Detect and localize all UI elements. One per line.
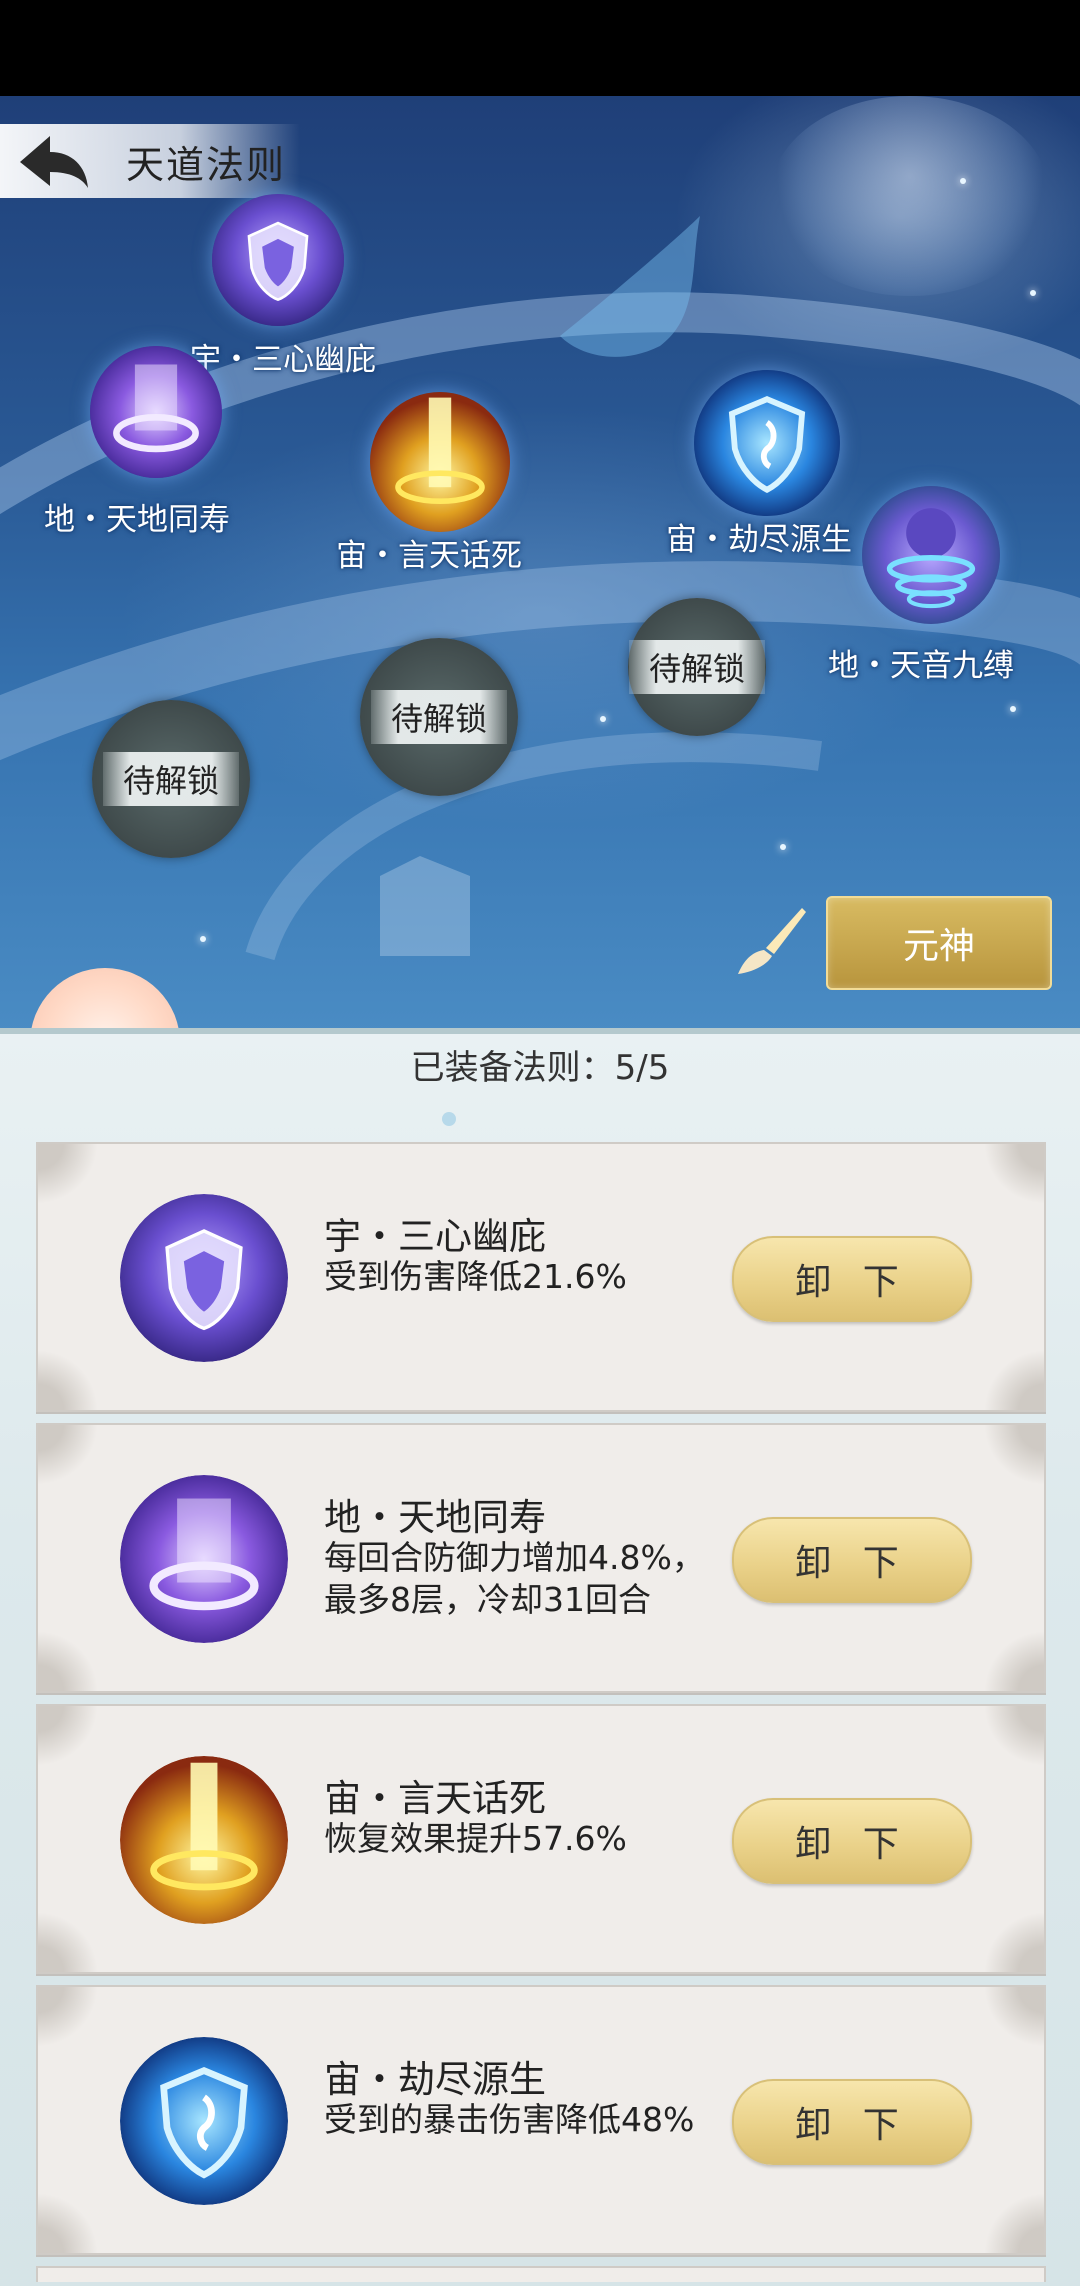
pavilion-decoration — [380, 856, 470, 956]
law-name: 宇・三心幽庇 — [324, 1215, 546, 1258]
law-name: 地・天地同寿 — [324, 1496, 546, 1539]
blue-shield-icon — [120, 2037, 288, 2205]
yuanshen-button[interactable]: 元神 — [826, 896, 1052, 990]
locked-node[interactable]: 待解锁 — [360, 638, 518, 796]
law-name: 宙・劫尽源生 — [324, 2058, 546, 2101]
purple-whirlwind-icon — [862, 486, 1000, 624]
unequip-button[interactable]: 卸 下 — [732, 1236, 972, 1322]
law-name: 宙・言天话死 — [324, 1777, 546, 1820]
node-label: 地・天音九缚 — [828, 648, 1014, 684]
equipped-card: 地・天地同寿 每回合防御力增加4.8%，最多8层，冷却31回合 卸 下 — [36, 1423, 1046, 1693]
locked-label: 待解锁 — [370, 690, 508, 744]
law-description: 每回合防御力增加4.8%，最多8层，冷却31回合 — [324, 1538, 705, 1619]
page-title: 天道法则 — [126, 143, 287, 187]
shield-rune-icon — [212, 194, 344, 326]
node-label: 地・天地同寿 — [44, 502, 230, 538]
node-label: 宙・劫尽源生 — [666, 522, 852, 558]
blue-shield-icon — [694, 370, 840, 516]
locked-node[interactable]: 待解锁 — [92, 700, 250, 858]
node-zhou-yantianhuasi[interactable] — [370, 392, 510, 532]
law-description: 恢复效果提升57.6% — [324, 1819, 627, 1858]
node-zhou-jiejinyuansheng[interactable] — [694, 370, 840, 516]
brush-icon[interactable] — [732, 902, 808, 978]
node-di-tianyinjiufu[interactable] — [862, 486, 1000, 624]
law-description: 受到的暴击伤害降低48% — [324, 2100, 695, 2139]
back-arrow-icon[interactable] — [12, 128, 92, 192]
locked-label: 待解锁 — [628, 640, 766, 694]
whale-decoration — [560, 216, 700, 357]
node-yu-sanxinyoubi[interactable] — [212, 194, 344, 326]
purple-vortex-icon — [90, 346, 222, 478]
locked-label: 待解锁 — [102, 752, 240, 806]
equipped-count-header: 已装备法则：5/5 — [410, 1048, 670, 1088]
panel-indicator-dot — [442, 1112, 456, 1126]
law-description: 受到伤害降低21.6% — [324, 1257, 627, 1296]
locked-node[interactable]: 待解锁 — [628, 598, 766, 736]
node-label: 宙・言天话死 — [336, 538, 522, 574]
golden-light-pillar-icon — [370, 392, 510, 532]
node-di-tiandetongshou[interactable] — [90, 346, 222, 478]
unequip-button[interactable]: 卸 下 — [732, 1798, 972, 1884]
equipped-card: 宇・三心幽庇 受到伤害降低21.6% 卸 下 — [36, 1142, 1046, 1412]
equipped-card: 宙・劫尽源生 受到的暴击伤害降低48% 卸 下 — [36, 1985, 1046, 2255]
shield-rune-icon — [120, 1194, 288, 1362]
unequip-button[interactable]: 卸 下 — [732, 1517, 972, 1603]
golden-light-pillar-icon — [120, 1756, 288, 1924]
status-bar — [0, 0, 1080, 96]
purple-vortex-icon — [120, 1475, 288, 1643]
unequip-button[interactable]: 卸 下 — [732, 2079, 972, 2165]
equipped-card: 宙・言天话死 恢复效果提升57.6% 卸 下 — [36, 1704, 1046, 1974]
